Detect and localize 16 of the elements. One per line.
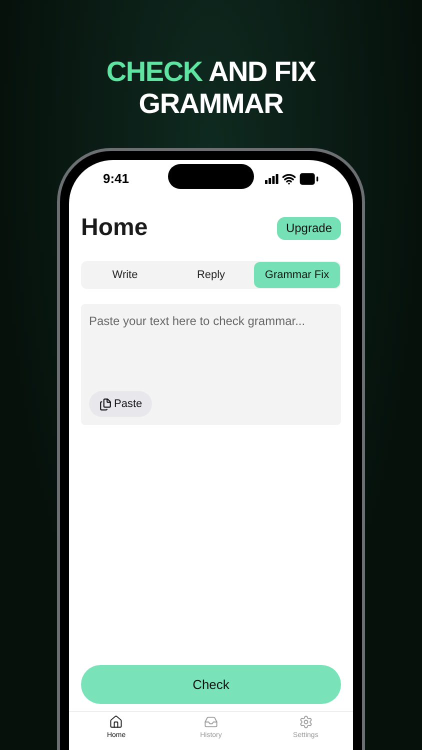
settings-icon <box>298 715 313 729</box>
upgrade-button[interactable]: Upgrade <box>276 216 341 240</box>
house-icon <box>109 715 124 729</box>
headline: CHECK AND FIX GRAMMAR <box>105 56 317 120</box>
segment-tab[interactable]: Grammar Fix <box>254 262 340 288</box>
status-time: 9:41 <box>103 170 130 188</box>
check-button[interactable]: Check <box>81 665 341 704</box>
text-input-field[interactable]: Paste your text here to check grammar... <box>89 312 333 352</box>
signal-icon <box>265 174 279 184</box>
segment-tab[interactable]: Reply <box>168 262 254 288</box>
segment-tab[interactable]: Write <box>82 262 168 288</box>
paste-button[interactable]: Paste <box>89 391 152 417</box>
wifi-icon <box>282 172 296 186</box>
page-title: Home <box>81 213 148 243</box>
text-input-area[interactable]: Paste your text here to check grammar... Paste <box>81 304 341 425</box>
tray-icon <box>204 715 218 729</box>
